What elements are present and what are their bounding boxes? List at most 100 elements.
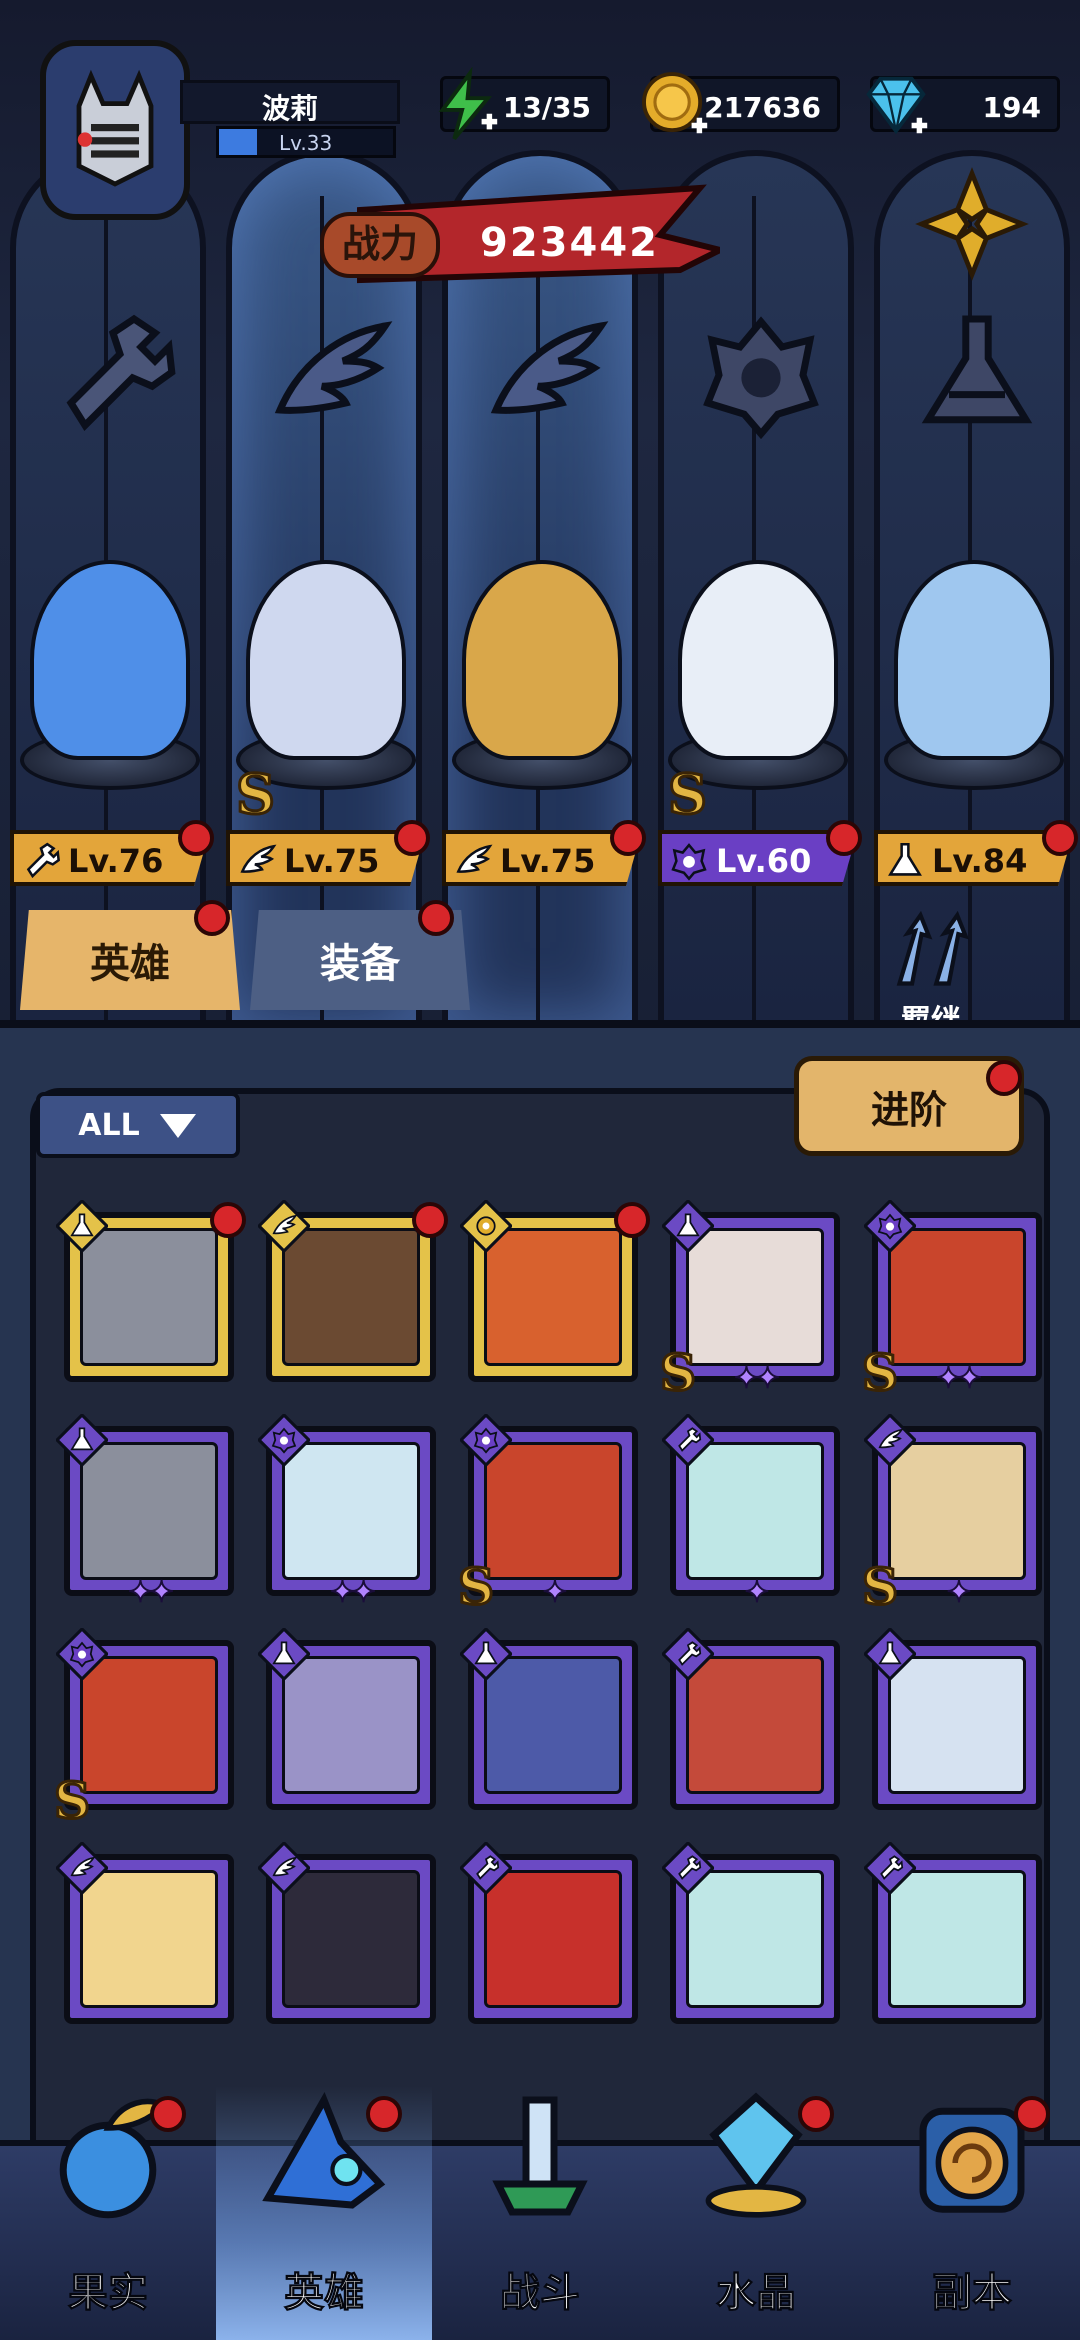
nav-item-heroes[interactable]: 英雄	[216, 2086, 432, 2340]
hero-figure	[678, 560, 838, 760]
nav-item-battle[interactable]: 战斗	[432, 2086, 648, 2340]
player-level: Lv.33	[279, 131, 333, 155]
class-filter-dropdown[interactable]: ALL	[36, 1092, 240, 1158]
gem-value: 194	[982, 91, 1041, 124]
team-slot[interactable]: Lv.84	[874, 530, 1078, 890]
hero-card[interactable]	[460, 1200, 650, 1382]
hero-card[interactable]: ✦✦	[258, 1414, 436, 1611]
hero-card[interactable]: ✦ S	[860, 1414, 1042, 1618]
nav-item-crystal[interactable]: 水晶	[648, 2086, 864, 2340]
hero-figure	[246, 560, 406, 760]
notification-dot	[610, 820, 646, 856]
hero-card[interactable]	[258, 1842, 436, 2024]
nav-label: 水晶	[716, 2270, 797, 2317]
s-rank-badge: S	[860, 1342, 899, 1404]
flask-class-icon	[56, 1414, 108, 1466]
hero-card[interactable]: ✦✦	[56, 1414, 234, 1611]
wrench-class-emblem-icon	[38, 300, 188, 450]
wing-class-icon	[56, 1842, 108, 1894]
chevron-down-icon	[159, 1114, 196, 1138]
notification-dot	[826, 820, 862, 856]
notification-dot	[210, 1202, 246, 1238]
combat-power-banner: 战力 923442	[300, 180, 720, 300]
lightning-plus-icon	[438, 67, 498, 141]
hero-card[interactable]	[258, 1628, 436, 1810]
demon-class-icon	[258, 1414, 310, 1466]
hero-level: Lv.75	[284, 842, 380, 880]
star-rating: ✦✦	[127, 1574, 175, 1611]
notification-dot	[194, 900, 230, 936]
hero-card[interactable]: S	[52, 1628, 234, 1832]
team-slot[interactable]: Lv.76	[10, 530, 214, 890]
wing-class-icon	[240, 844, 277, 873]
flask-class-icon	[662, 1200, 714, 1252]
s-rank-badge: S	[658, 1342, 697, 1404]
hero-card[interactable]: ✦	[662, 1414, 840, 1611]
player-avatar[interactable]	[40, 40, 190, 220]
s-rank-badge: S	[860, 1556, 899, 1618]
s-rank-badge: S	[235, 761, 277, 828]
hero-card[interactable]	[662, 1628, 840, 1810]
player-name-bar: 波莉	[180, 80, 400, 125]
gold-counter[interactable]: 217636	[642, 72, 840, 134]
s-rank-badge: S	[667, 761, 709, 828]
gem-counter[interactable]: 194	[866, 76, 1060, 135]
notification-dot	[412, 1202, 448, 1238]
hero-level: Lv.75	[500, 842, 596, 880]
battle-icon	[492, 2096, 588, 2216]
wing-class-icon	[864, 1414, 916, 1466]
hero-card[interactable]	[56, 1200, 246, 1382]
level-progress-fill	[219, 129, 258, 155]
hero-figure	[462, 560, 622, 760]
notification-dot	[1014, 2096, 1050, 2132]
wrench-class-icon	[662, 1842, 714, 1894]
hero-level: Lv.84	[932, 842, 1028, 880]
team-slot[interactable]: Lv.75 S	[226, 530, 430, 890]
flask-class-icon	[258, 1628, 310, 1680]
hero-card[interactable]	[258, 1200, 448, 1382]
notification-dot	[418, 900, 454, 936]
hero-card[interactable]	[864, 1842, 1042, 2024]
flask-class-icon	[888, 842, 922, 876]
wrench-class-icon	[864, 1842, 916, 1894]
hero-lineup-scene: 波莉 Lv.33 13/35 217636 194 战力 923442 Lv.7…	[0, 0, 1080, 1030]
wrench-class-icon	[460, 1842, 512, 1894]
hero-card[interactable]: ✦ S	[456, 1414, 638, 1618]
filter-value: ALL	[78, 1107, 140, 1143]
hero-card[interactable]	[662, 1842, 840, 2024]
notification-dot	[394, 820, 430, 856]
nav-item-dungeon[interactable]: 副本	[864, 2086, 1080, 2340]
team-slot[interactable]: Lv.75	[442, 530, 646, 890]
notification-dot	[150, 2096, 186, 2132]
hero-card[interactable]: ✦✦ S	[658, 1200, 840, 1404]
wing-class-icon	[258, 1200, 310, 1252]
demon-class-emblem-icon	[686, 300, 836, 450]
bottom-navigation: 果实 英雄 战斗 水晶 副本	[0, 2086, 1080, 2340]
star-rating: ✦	[541, 1574, 568, 1611]
nav-label: 英雄	[284, 2270, 365, 2317]
star-rating: ✦✦	[329, 1574, 377, 1611]
star-rating: ✦✦	[733, 1360, 781, 1397]
hero-card[interactable]	[460, 1628, 638, 1810]
player-level-bar: Lv.33	[216, 126, 396, 158]
wing-class-icon	[456, 844, 493, 873]
star-rating: ✦✦	[935, 1360, 983, 1397]
wing-class-emblem-icon	[254, 300, 404, 450]
gold-value: 217636	[704, 91, 821, 124]
energy-counter[interactable]: 13/35	[438, 67, 610, 141]
energy-value: 13/35	[502, 91, 591, 124]
team-slot[interactable]: Lv.60 S	[658, 530, 862, 890]
flask-class-icon	[56, 1200, 108, 1252]
bond-button[interactable]: 羁绊	[866, 910, 996, 1030]
nav-item-fruit[interactable]: 果实	[0, 2086, 216, 2340]
hero-card[interactable]	[864, 1628, 1042, 1810]
hero-card[interactable]: ✦✦ S	[860, 1200, 1042, 1404]
player-name: 波莉	[261, 92, 318, 125]
flask-class-icon	[460, 1628, 512, 1680]
settings-pinwheel-icon[interactable]	[912, 164, 1032, 284]
hero-card[interactable]	[56, 1842, 234, 2024]
power-value: 923442	[480, 220, 659, 266]
wrench-class-icon	[26, 842, 60, 879]
hero-card[interactable]	[460, 1842, 638, 2024]
nav-label: 果实	[68, 2270, 149, 2317]
